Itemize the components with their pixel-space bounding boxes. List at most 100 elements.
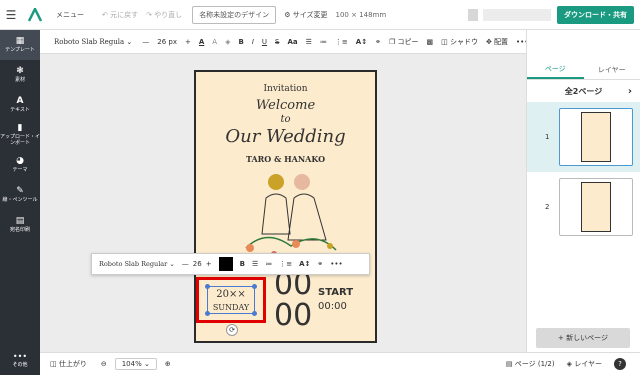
more-options-icon[interactable]: ••• <box>330 260 342 268</box>
text-icon: A <box>16 95 24 106</box>
float-font-select[interactable]: Roboto Slab Regular ⌄ <box>99 260 175 268</box>
new-page-button[interactable]: + 新しいページ <box>536 328 630 348</box>
sidebar-item-more[interactable]: ••• その他 <box>0 345 40 375</box>
resize-handle[interactable] <box>252 284 257 289</box>
highlight-icon[interactable]: A <box>212 38 217 46</box>
page-icon: ▤ <box>505 360 515 368</box>
list-icon[interactable]: ≔ <box>265 260 272 268</box>
redo-button[interactable]: ↷ やり直し <box>146 10 182 20</box>
rotate-icon[interactable]: ⟳ <box>226 324 238 336</box>
chevron-down-icon: ⌄ <box>143 360 150 368</box>
font-size-field[interactable]: 26 px <box>157 38 177 46</box>
download-share-button[interactable]: ダウンロード・共有 <box>557 6 634 24</box>
page-thumbnail[interactable] <box>559 178 633 236</box>
color-swatch[interactable] <box>218 257 233 271</box>
line-spacing-icon[interactable]: A↕ <box>299 260 310 268</box>
sidebar-item-templates[interactable]: ▦ テンプレート <box>0 30 40 60</box>
start-time: 00:00 <box>318 301 347 312</box>
couple-names[interactable]: TARO & HANAKO <box>196 154 375 164</box>
bold-icon[interactable]: B <box>238 38 243 46</box>
start-info[interactable]: START 00:00 <box>318 286 353 314</box>
text-case-icon[interactable]: Aa <box>287 38 297 46</box>
sidebar-item-label: アップロード・インポート <box>0 134 41 147</box>
page-panel: ページ レイヤー 全2ページ › 1 2 <box>526 60 640 352</box>
welcome-text[interactable]: Welcome <box>196 98 375 113</box>
align-center-icon[interactable]: ☰ <box>252 260 258 268</box>
shadow-button[interactable]: ◫ シャドウ <box>441 37 478 47</box>
page-count-label: 全2ページ <box>564 86 603 96</box>
copy-button[interactable]: ❐ コピー <box>389 37 419 47</box>
chevron-right-icon[interactable]: › <box>628 86 632 97</box>
file-icon: ▮ <box>17 123 23 134</box>
page-thumbnail-row[interactable]: 2 <box>527 172 640 242</box>
invitation-text[interactable]: Invitation <box>196 84 375 94</box>
zoom-value: 104% <box>121 360 142 368</box>
italic-icon[interactable]: I <box>252 38 254 46</box>
link-icon[interactable]: ⚭ <box>317 260 323 268</box>
tab-layers[interactable]: レイヤー <box>584 60 640 79</box>
arrange-button[interactable]: ✥ 配置 <box>486 37 508 47</box>
zoom-select[interactable]: 104% ⌄ <box>114 358 157 370</box>
sidebar-item-pen[interactable]: ✎ 線・ペンツール <box>0 180 40 210</box>
resize-handle[interactable] <box>252 311 257 316</box>
finish-button[interactable]: ◫ 仕上がり <box>50 359 87 369</box>
redo-label: やり直し <box>154 10 183 19</box>
font-size-decrease-button[interactable]: — <box>142 38 149 46</box>
zoom-in-icon[interactable]: ⊕ <box>165 360 171 368</box>
resize-handle[interactable] <box>205 311 210 316</box>
paint-bucket-icon[interactable]: ◈ <box>225 38 230 46</box>
resize-button[interactable]: ⚙ サイズ変更 <box>284 10 327 20</box>
underline-icon[interactable]: U <box>262 38 267 46</box>
sidebar-item-address-print[interactable]: ▤ 宛名印刷 <box>0 210 40 240</box>
sidebar-item-upload[interactable]: ▮ アップロード・インポート <box>0 120 40 150</box>
link-icon[interactable]: ⚭ <box>375 38 381 46</box>
transparency-icon[interactable]: ▩ <box>426 38 433 46</box>
help-icon[interactable]: ? <box>614 358 626 370</box>
line-spacing-icon[interactable]: A↕ <box>356 38 367 46</box>
page-nav-label: ページ <box>514 360 536 368</box>
hamburger-icon[interactable]: ☰ <box>0 8 22 22</box>
avatar[interactable] <box>468 9 478 21</box>
font-size-increase-button[interactable]: + <box>185 38 191 46</box>
app-logo[interactable] <box>22 5 48 25</box>
numbered-list-icon[interactable]: ⋮≡ <box>279 260 292 268</box>
strikethrough-icon[interactable]: S <box>275 38 279 46</box>
list-icon[interactable]: ≔ <box>320 38 327 46</box>
font-family-select[interactable]: Roboto Slab Regula ⌄ <box>54 38 132 46</box>
page-thumbnail[interactable] <box>559 108 633 166</box>
layer-button[interactable]: ◈ レイヤー <box>567 359 602 369</box>
couple-illustration[interactable] <box>236 168 346 260</box>
sidebar-item-label: 宛名印刷 <box>9 227 30 234</box>
sidebar-item-theme[interactable]: ◕ テーマ <box>0 150 40 180</box>
text-color-icon[interactable]: A <box>199 38 204 46</box>
float-size-increase-button[interactable]: + <box>206 260 212 268</box>
big-number-bottom[interactable]: 00 <box>274 301 312 331</box>
finish-icon: ◫ <box>50 360 59 368</box>
float-size-decrease-button[interactable]: — <box>182 260 189 268</box>
document-name-field[interactable]: 名称未設定のデザイン <box>192 5 277 24</box>
right-panel-top <box>526 30 640 60</box>
tab-pages[interactable]: ページ <box>527 60 584 79</box>
float-size-field[interactable]: 26 <box>193 260 202 268</box>
sidebar-item-text[interactable]: A テキスト <box>0 90 40 120</box>
undo-button[interactable]: ↶ 元に戻す <box>102 10 138 20</box>
sidebar-item-materials[interactable]: ❃ 素材 <box>0 60 40 90</box>
menu-button[interactable]: メニュー <box>56 10 84 20</box>
pen-icon: ✎ <box>16 185 24 196</box>
account-info[interactable] <box>483 9 551 21</box>
zoom-out-icon[interactable]: ⊖ <box>101 360 107 368</box>
align-center-icon[interactable]: ☰ <box>306 38 312 46</box>
selected-text-box[interactable]: 20×× SUNDAY <box>196 277 266 323</box>
page-nav-button[interactable]: ▤ ページ (1/2) <box>506 359 555 369</box>
chevron-down-icon: ⌄ <box>169 260 175 268</box>
left-sidebar: ▦ テンプレート ❃ 素材 A テキスト ▮ アップロード・インポート ◕ テーマ ✎ 線・… <box>0 30 40 375</box>
resize-handle[interactable] <box>205 284 210 289</box>
to-text[interactable]: to <box>196 114 375 125</box>
more-icon: ••• <box>12 352 28 361</box>
numbered-list-icon[interactable]: ⋮≡ <box>335 38 348 46</box>
page-thumbnail-row[interactable]: 1 <box>527 102 640 172</box>
date-text-block[interactable]: 20×× SUNDAY <box>207 286 255 314</box>
our-wedding-text[interactable]: Our Wedding <box>196 126 375 147</box>
page-number: 1 <box>545 133 550 141</box>
bold-icon[interactable]: B <box>240 260 245 268</box>
